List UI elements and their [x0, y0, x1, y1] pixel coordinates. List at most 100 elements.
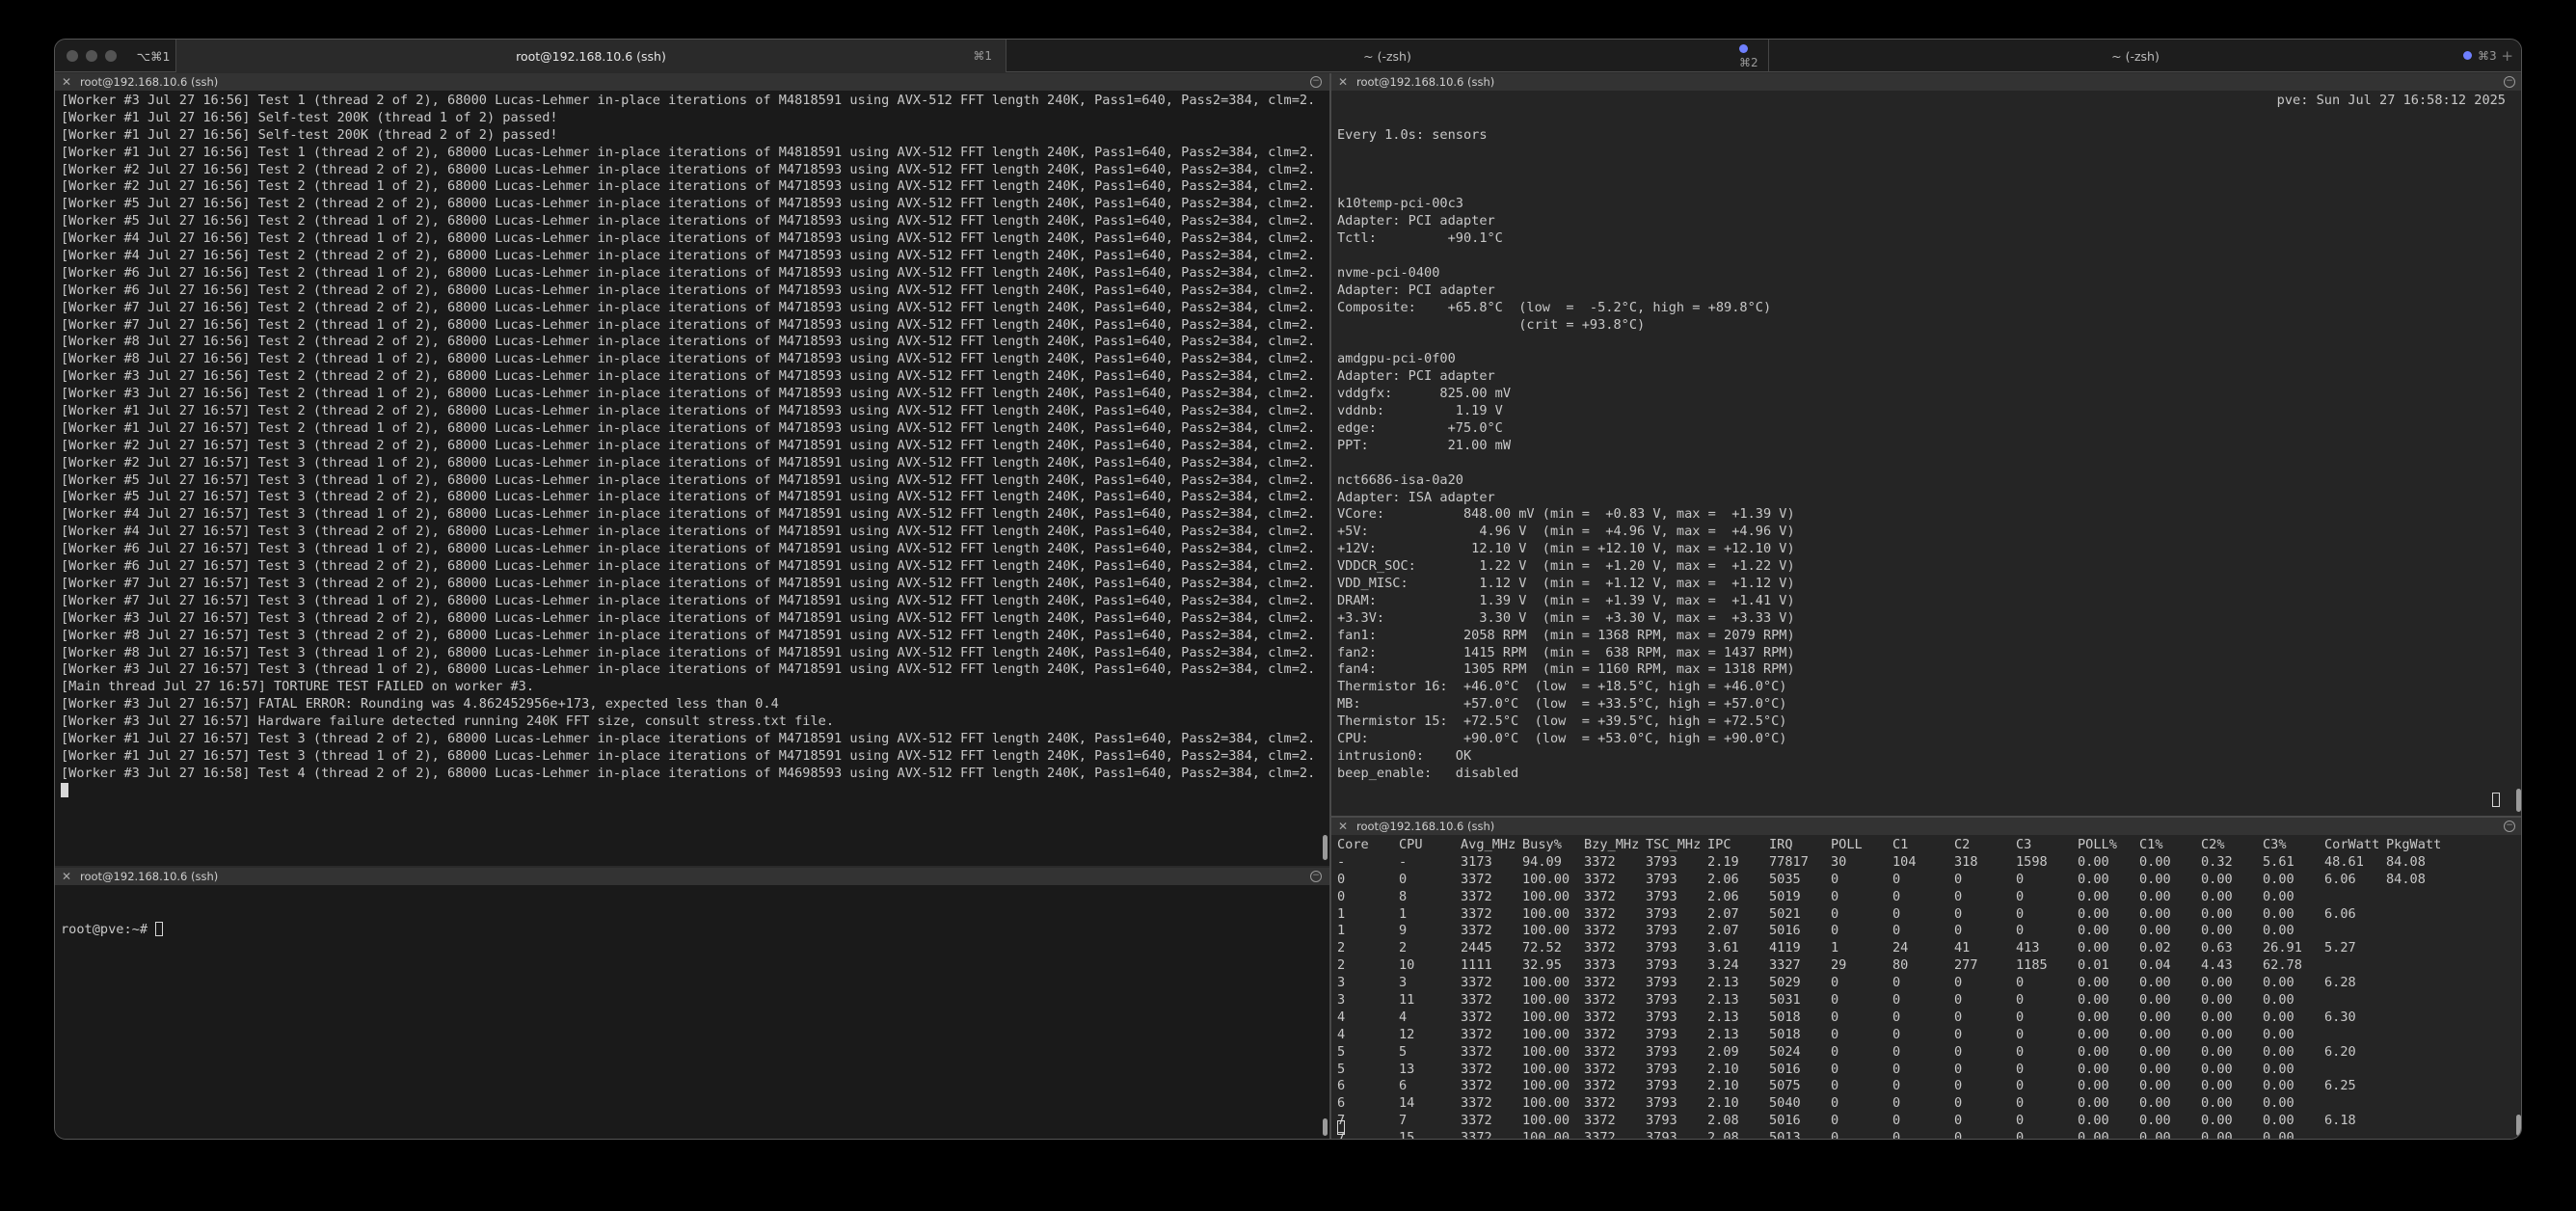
- table-cell: 1: [1337, 905, 1346, 922]
- pane-title: root@192.168.10.6 (ssh): [80, 870, 219, 883]
- scrollbar-thumb[interactable]: [2516, 1115, 2521, 1136]
- activity-dot-icon: [2463, 51, 2472, 60]
- table-cell: 84.08: [2386, 853, 2426, 870]
- table-cell: 0: [2016, 1026, 2025, 1042]
- sensor-line: intrusion0: OK: [1337, 747, 1472, 764]
- table-cell: 0: [1892, 1026, 1901, 1042]
- table-cell: 24: [1892, 940, 1909, 956]
- pane-menu-icon[interactable]: −: [1310, 871, 1322, 882]
- table-cell: 0.00: [2263, 1113, 2294, 1129]
- table-cell: 3793: [1646, 975, 1677, 991]
- table-cell: 0: [1954, 1078, 1963, 1094]
- table-cell: 0.00: [2078, 1026, 2109, 1042]
- tab-bar: ⌥⌘1 root@192.168.10.6 (ssh) ⌘1 ~ (-zsh) …: [55, 40, 2521, 72]
- table-cell: 0.00: [2263, 1009, 2294, 1025]
- table-cell: 0: [1399, 871, 1408, 887]
- minimize-window-button[interactable]: [86, 50, 97, 62]
- close-window-button[interactable]: [67, 50, 78, 62]
- sensor-line: vddnb: 1.19 V: [1337, 403, 1503, 419]
- table-cell: 3372: [1461, 1078, 1492, 1094]
- tab-3[interactable]: ~ (-zsh) ⌘3: [1769, 40, 2502, 72]
- text-cursor: [1337, 1120, 1345, 1135]
- table-cell: 0.00: [2201, 1078, 2233, 1094]
- table-cell: 3793: [1646, 957, 1677, 974]
- sensor-line: amdgpu-pci-0f00: [1337, 351, 1456, 367]
- turbostat-table: Core CPU Avg_MHz Busy% Bzy_MHz TSC_MHz IPC IRQ P…: [1337, 837, 2506, 1140]
- table-cell: 0.00: [2139, 1009, 2171, 1025]
- table-cell: -: [1399, 853, 1408, 870]
- table-cell: 0: [1892, 1078, 1901, 1094]
- table-cell: 0.00: [2078, 853, 2109, 870]
- table-cell: 100.00: [1522, 871, 1570, 887]
- pane-shell[interactable]: ✕ root@192.168.10.6 (ssh) − root@pve:~#: [55, 868, 1329, 1139]
- terminal-window: ⌥⌘1 root@192.168.10.6 (ssh) ⌘1 ~ (-zsh) …: [54, 39, 2522, 1140]
- pane-menu-icon[interactable]: −: [1310, 76, 1322, 88]
- tab-shortcut: ⌘3: [2478, 49, 2497, 63]
- table-cell: 48.61: [2324, 853, 2364, 870]
- table-cell: 5075: [1769, 1078, 1801, 1094]
- table-cell: 0: [2016, 888, 2025, 904]
- scrollbar-thumb[interactable]: [2516, 789, 2521, 812]
- log-line: [Worker #1 Jul 27 16:56] Self-test 200K …: [61, 126, 558, 143]
- log-line: [Worker #8 Jul 27 16:56] Test 2 (thread …: [61, 351, 1312, 367]
- pane-worker-log[interactable]: ✕ root@192.168.10.6 (ssh) − [Worker #3 J…: [55, 73, 1329, 866]
- log-line: [Worker #6 Jul 27 16:56] Test 2 (thread …: [61, 264, 1312, 281]
- new-tab-button[interactable]: +: [2501, 47, 2513, 65]
- sensor-line: fan2: 1415 RPM (min = 638 RPM, max = 143…: [1337, 644, 1795, 660]
- sensor-line: beep_enable: disabled: [1337, 765, 1519, 781]
- table-cell: 0.00: [2078, 940, 2109, 956]
- table-cell: 3372: [1584, 975, 1616, 991]
- tab-hotkey-window[interactable]: ⌥⌘1: [124, 40, 182, 72]
- table-cell: 3372: [1461, 1061, 1492, 1077]
- close-pane-icon[interactable]: ✕: [62, 868, 71, 885]
- table-row: 5 13 3372 100.00 3372 3793 2.10 5016 0 0 0 0 0.00 0.0…: [1337, 1062, 2506, 1079]
- log-line: [Worker #8 Jul 27 16:57] Test 3 (thread …: [61, 627, 1312, 643]
- close-pane-icon[interactable]: ✕: [1338, 818, 1348, 835]
- activity-dot-icon: [1739, 44, 1748, 53]
- log-line: [Worker #6 Jul 27 16:56] Test 2 (thread …: [61, 282, 1312, 298]
- table-cell: 0: [2016, 1113, 2025, 1129]
- pane-menu-icon[interactable]: −: [2504, 821, 2515, 832]
- table-cell: 1111: [1461, 957, 1492, 974]
- log-line: [Worker #3 Jul 27 16:57] Test 3 (thread …: [61, 609, 1312, 626]
- table-cell: 10: [1399, 957, 1415, 974]
- table-cell: 100.00: [1522, 1130, 1570, 1140]
- scrollbar-thumb[interactable]: [1323, 1118, 1328, 1136]
- tab-1[interactable]: root@192.168.10.6 (ssh) ⌘1: [176, 40, 1006, 72]
- table-cell: 3372: [1584, 1113, 1616, 1129]
- table-cell: 13: [1399, 1061, 1415, 1077]
- table-cell: 7: [1337, 1130, 1346, 1140]
- scrollbar-thumb[interactable]: [1323, 835, 1328, 860]
- table-cell: 3372: [1584, 1061, 1616, 1077]
- table-row: 4 4 3372 100.00 3372 3793 2.13 5018 0 0 0 0 0.00 0.00…: [1337, 1009, 2506, 1027]
- text-cursor: [2492, 793, 2500, 807]
- terminal-output: root@pve:~#: [61, 887, 1312, 1139]
- pane-turbostat[interactable]: ✕ root@192.168.10.6 (ssh) − Core CPU Avg_M…: [1331, 818, 2521, 1140]
- pane-sensors[interactable]: ✕ root@192.168.10.6 (ssh) − Every 1.0s: …: [1331, 73, 2521, 816]
- tab-2[interactable]: ~ (-zsh) ⌘2: [1006, 40, 1768, 72]
- table-cell: 7: [1337, 1113, 1346, 1129]
- table-row: 6 6 3372 100.00 3372 3793 2.10 5075 0 0 0 0 0.00 0.00…: [1337, 1078, 2506, 1095]
- close-pane-icon[interactable]: ✕: [62, 73, 71, 91]
- table-cell: 0.00: [2139, 992, 2171, 1009]
- sensor-line: vddgfx: 825.00 mV: [1337, 386, 1512, 402]
- table-cell: 3793: [1646, 940, 1677, 956]
- zoom-window-button[interactable]: [105, 50, 117, 62]
- tab-shortcut: ⌘2: [1739, 56, 1758, 69]
- log-line: [Worker #6 Jul 27 16:57] Test 3 (thread …: [61, 541, 1312, 557]
- table-cell: 100.00: [1522, 1095, 1570, 1112]
- table-cell: 3372: [1584, 992, 1616, 1009]
- table-cell: 3372: [1584, 1009, 1616, 1025]
- sensor-line: +12V: 12.10 V (min = +12.10 V, max = +12…: [1337, 541, 1795, 557]
- table-cell: 0: [1892, 1130, 1901, 1140]
- table-cell: 0.00: [2263, 1130, 2294, 1140]
- table-cell: 3: [1399, 975, 1408, 991]
- table-cell: 5: [1399, 1043, 1408, 1060]
- table-cell: 0.00: [2263, 975, 2294, 991]
- sensor-line: Thermistor 15: +72.5°C (low = +39.5°C, h…: [1337, 713, 1787, 730]
- table-cell: 0: [1831, 975, 1839, 991]
- table-cell: 0: [2016, 1009, 2025, 1025]
- table-cell: 2.13: [1707, 975, 1739, 991]
- pane-menu-icon[interactable]: −: [2504, 76, 2515, 88]
- close-pane-icon[interactable]: ✕: [1338, 73, 1348, 91]
